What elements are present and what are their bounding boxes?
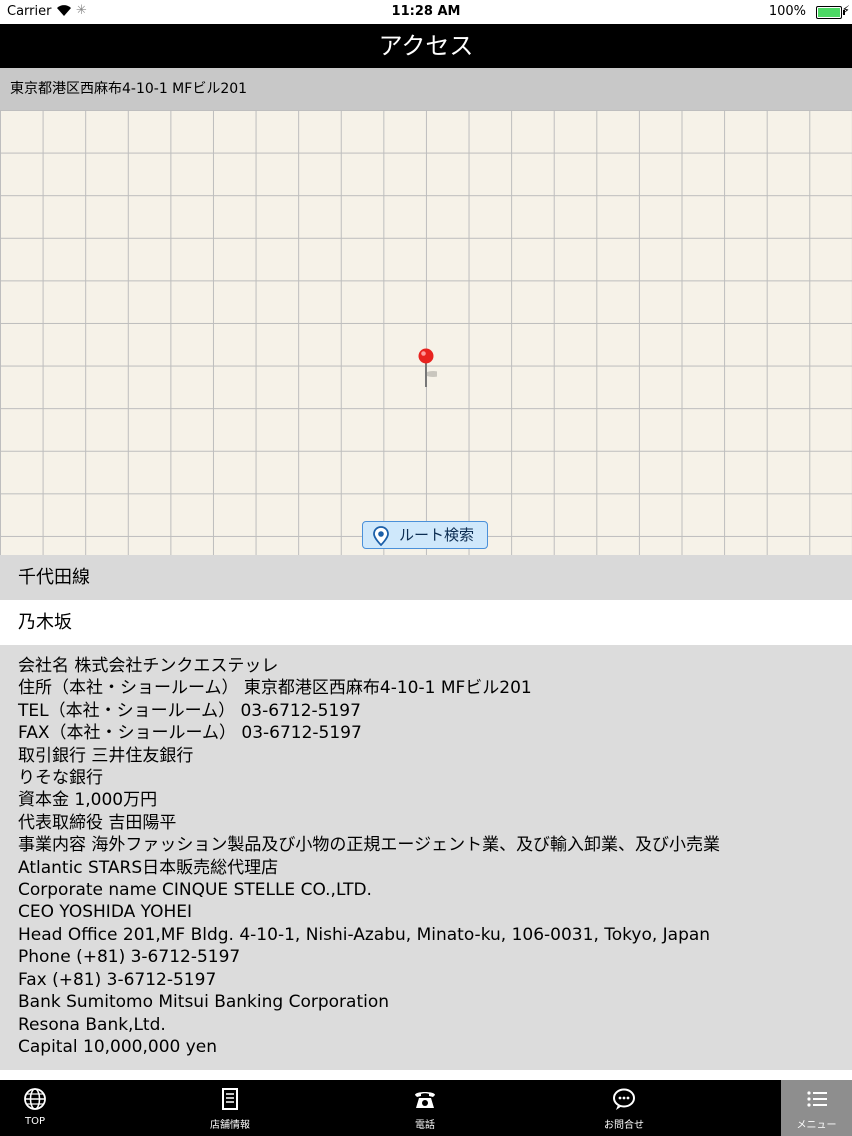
battery-icon <box>816 6 845 19</box>
company-info-line: Head Office 201,MF Bldg. 4-10-1, Nishi-A… <box>18 924 711 945</box>
address-text: 東京都港区西麻布4-10-1 MFビル201 <box>10 81 248 97</box>
company-info-line: 資本金 1,000万円 <box>18 790 158 811</box>
company-info-line: Atlantic STARS日本販売総代理店 <box>18 857 279 878</box>
tab-phone[interactable]: 電話 <box>390 1080 460 1136</box>
tab-store-info[interactable]: 店舗情報 <box>195 1080 265 1136</box>
company-info-line: Bank Sumitomo Mitsui Banking Corporation <box>18 992 390 1013</box>
tab-menu[interactable]: メニュー <box>781 1080 852 1136</box>
tab-contact-label: お問合せ <box>604 1120 644 1131</box>
page-title: アクセス <box>378 32 474 60</box>
tab-top-label: TOP <box>24 1116 45 1127</box>
company-info-line: 住所（本社・ショールーム） 東京都港区西麻布4-10-1 MFビル201 <box>18 678 532 699</box>
company-info-line: Resona Bank,Ltd. <box>18 1014 166 1035</box>
company-info: 会社名 株式会社チンクエステッレ 住所（本社・ショールーム） 東京都港区西麻布4-… <box>0 645 852 1070</box>
clock: 11:28 AM <box>391 4 461 19</box>
tab-phone-label: 電話 <box>415 1120 435 1131</box>
company-info-line: 代表取締役 吉田陽平 <box>18 812 177 833</box>
status-bar: Carrier ✳ 11:28 AM 100% ⚡ <box>0 0 852 24</box>
company-info-line: 会社名 株式会社チンクエステッレ <box>18 656 279 676</box>
tab-bar: TOP 店舗情報 電話 お問合せ メニュー <box>0 1080 852 1136</box>
company-info-line: Capital 10,000,000 yen <box>18 1036 218 1057</box>
map-pin-icon[interactable] <box>415 348 437 393</box>
document-icon <box>222 1088 238 1110</box>
route-search-button[interactable]: ルート検索 <box>362 521 488 549</box>
company-info-line: 取引銀行 三井住友銀行 <box>18 745 194 766</box>
nav-bar: アクセス <box>0 24 852 68</box>
route-search-label: ルート検索 <box>399 526 475 544</box>
company-info-line: Phone (+81) 3-6712-5197 <box>18 947 241 968</box>
company-info-line: 事業内容 海外ファッション製品及び小物の正規エージェント業、及び輸入卸業、及び小… <box>18 835 721 856</box>
chat-icon <box>613 1088 635 1110</box>
train-line-row: 千代田線 <box>0 555 852 600</box>
globe-icon <box>24 1088 46 1110</box>
address-bar: 東京都港区西麻布4-10-1 MFビル201 <box>0 68 852 110</box>
menu-list-icon <box>806 1091 827 1107</box>
charging-icon: ⚡ <box>841 3 850 17</box>
station-row: 乃木坂 <box>0 600 852 645</box>
tab-contact[interactable]: お問合せ <box>588 1080 660 1136</box>
phone-icon <box>415 1092 435 1108</box>
tab-store-info-label: 店舗情報 <box>210 1120 250 1131</box>
company-info-line: TEL（本社・ショールーム） 03-6712-5197 <box>18 700 361 721</box>
station-text: 乃木坂 <box>18 612 72 633</box>
company-info-line: Corporate name CINQUE STELLE CO.,LTD. <box>18 880 372 901</box>
company-info-line: Fax (+81) 3-6712-5197 <box>18 969 217 990</box>
map-view[interactable]: ルート検索 <box>0 110 852 555</box>
company-info-line: CEO YOSHIDA YOHEI <box>18 902 193 923</box>
company-info-line: FAX（本社・ショールーム） 03-6712-5197 <box>18 723 362 744</box>
battery-percent: 100% <box>768 4 806 19</box>
location-pin-icon <box>373 526 389 546</box>
tab-top[interactable]: TOP <box>0 1080 70 1136</box>
tab-menu-label: メニュー <box>796 1120 837 1131</box>
train-line-text: 千代田線 <box>18 567 90 588</box>
company-info-line: りそな銀行 <box>18 768 103 789</box>
